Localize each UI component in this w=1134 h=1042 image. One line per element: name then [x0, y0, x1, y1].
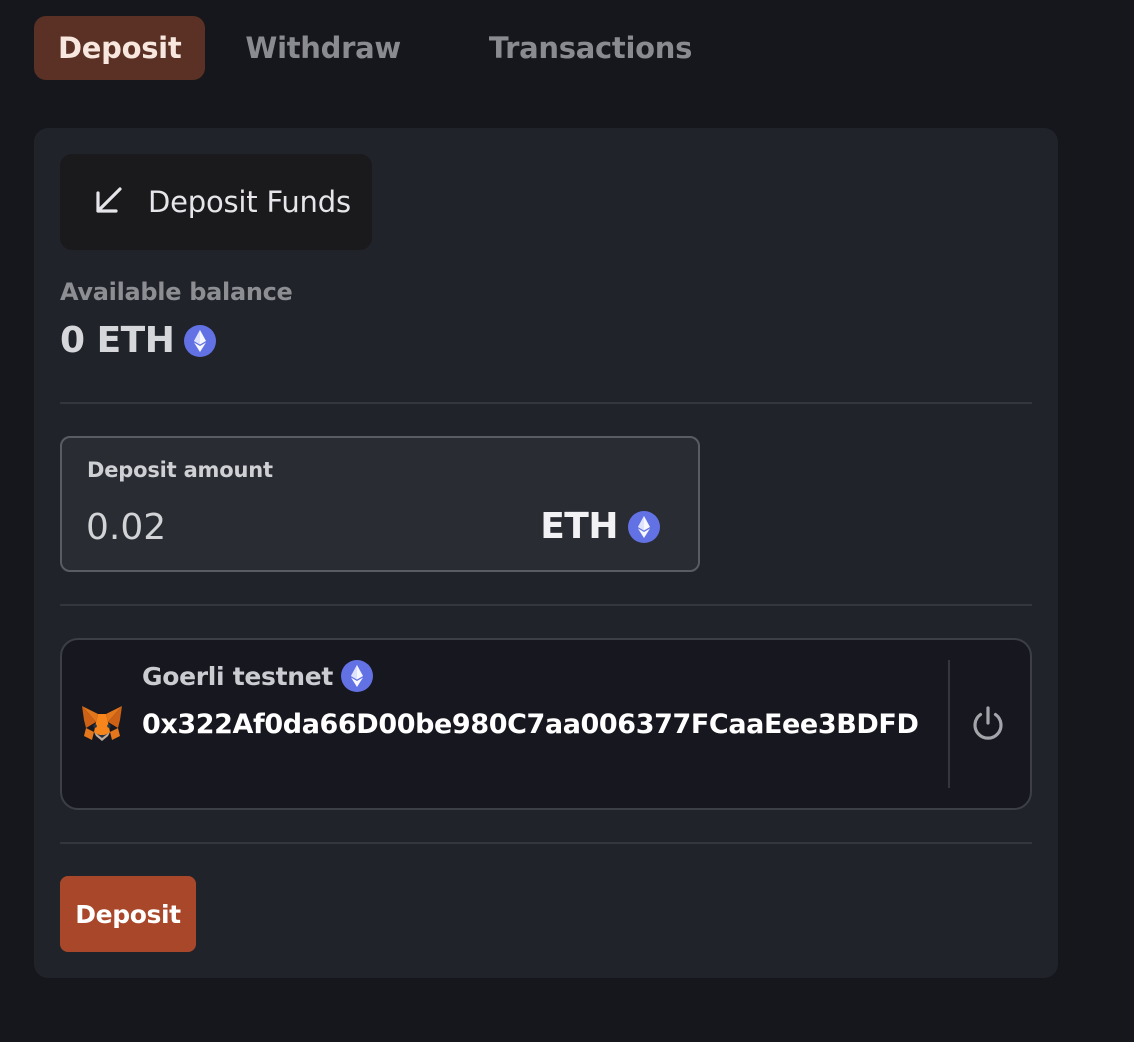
ethereum-icon: [341, 660, 374, 692]
deposit-button[interactable]: Deposit: [60, 876, 196, 952]
available-balance: 0 ETH: [60, 320, 217, 361]
tab-deposit[interactable]: Deposit: [34, 16, 206, 80]
deposit-amount-label: Deposit amount: [87, 458, 273, 482]
deposit-funds-title: Deposit Funds: [148, 185, 351, 219]
tab-transactions[interactable]: Transactions: [489, 16, 692, 80]
deposit-amount-field: Deposit amount ETH: [60, 436, 700, 572]
tab-withdraw[interactable]: Withdraw: [245, 16, 401, 80]
power-icon[interactable]: [968, 704, 1008, 744]
ethereum-icon: [184, 324, 217, 357]
network-name: Goerli testnet: [142, 661, 334, 691]
amount-unit-label: ETH: [540, 506, 618, 547]
available-balance-value: 0 ETH: [60, 320, 175, 361]
available-balance-label: Available balance: [60, 278, 293, 306]
ethereum-icon: [628, 510, 660, 543]
divider: [60, 842, 1032, 844]
tab-bar: Deposit Withdraw Transactions: [34, 16, 692, 80]
wallet-address: 0x322Af0da66D00be980C7aa006377FCaaEee3BD…: [142, 709, 919, 740]
connected-wallet: Goerli testnet 0x322Af0da66D00be980C7aa0…: [60, 638, 1032, 810]
deposit-amount-input[interactable]: [86, 500, 486, 554]
wallet-divider: [948, 660, 950, 788]
amount-unit: ETH: [540, 506, 660, 547]
deposit-funds-header: Deposit Funds: [60, 154, 372, 250]
network-indicator: Goerli testnet: [142, 660, 374, 692]
metamask-fox-icon: [82, 706, 122, 741]
divider: [60, 402, 1032, 404]
arrow-down-left-icon: [92, 183, 126, 221]
divider: [60, 604, 1032, 606]
deposit-card: Deposit Funds Available balance 0 ETH De…: [34, 128, 1058, 978]
